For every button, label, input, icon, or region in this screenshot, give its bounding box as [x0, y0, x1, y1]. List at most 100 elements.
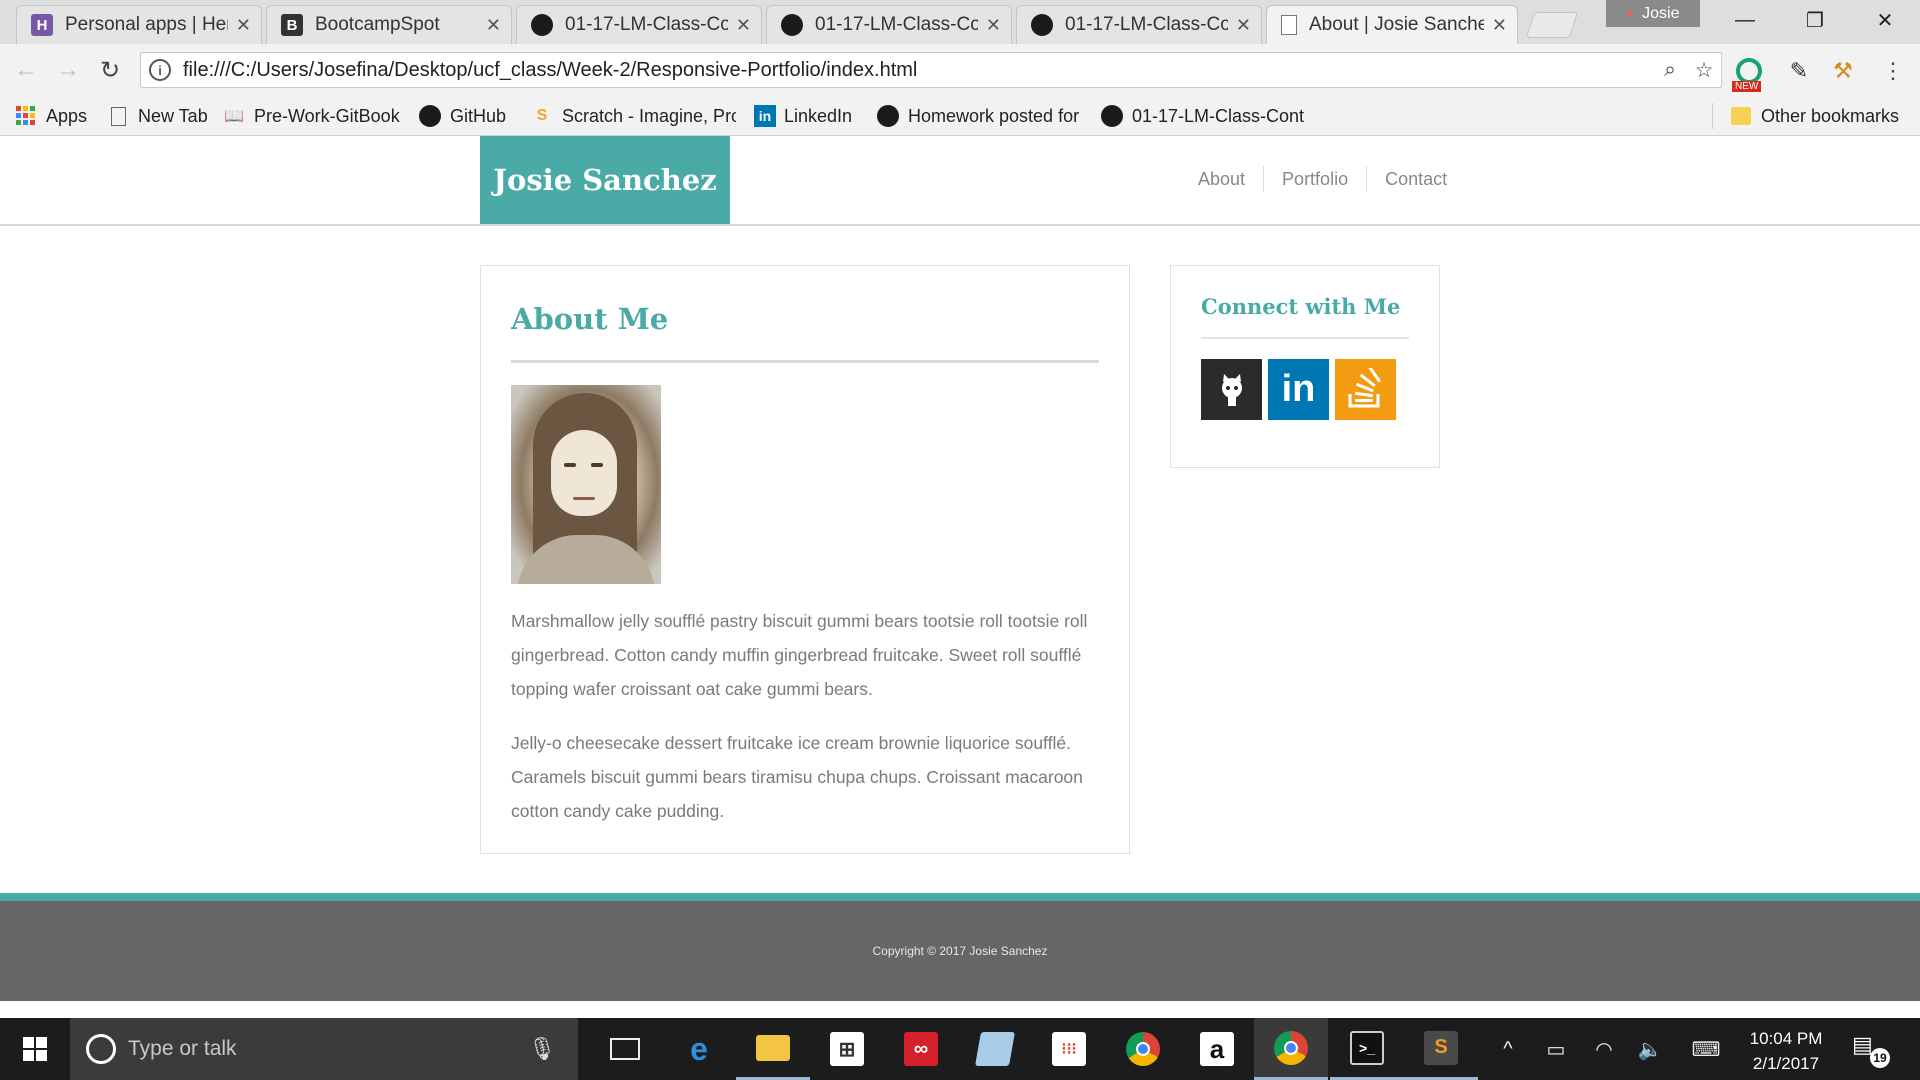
- search-placeholder: Type or talk: [128, 1037, 237, 1060]
- nav-link-portfolio[interactable]: Portfolio: [1263, 166, 1366, 192]
- bookmark-scratch[interactable]: S Scratch - Imagine, Pro: [530, 103, 736, 129]
- volume-icon[interactable]: 🔈: [1630, 1018, 1670, 1080]
- store-icon[interactable]: ⊞: [810, 1018, 884, 1080]
- tab-github-2[interactable]: 01-17-LM-Class-Con ✕: [766, 5, 1012, 44]
- back-button[interactable]: ←: [8, 52, 44, 88]
- info-icon[interactable]: i: [149, 59, 171, 81]
- github-icon: [418, 104, 442, 128]
- url-text[interactable]: file:///C:/Users/Josefina/Desktop/ucf_cl…: [183, 59, 1653, 82]
- bookmark-github[interactable]: GitHub: [418, 103, 506, 129]
- bookmark-homework[interactable]: Homework posted for: [876, 103, 1082, 129]
- bookmark-apps[interactable]: Apps: [14, 103, 87, 129]
- terminal-icon[interactable]: >_: [1330, 1018, 1404, 1080]
- about-title: About Me: [511, 302, 669, 336]
- about-paragraph: Jelly-o cheesecake dessert fruitcake ice…: [511, 733, 1083, 821]
- tab-github-3[interactable]: 01-17-LM-Class-Con ✕: [1016, 5, 1262, 44]
- tab-title: About | Josie Sanche: [1309, 14, 1484, 35]
- address-bar[interactable]: i file:///C:/Users/Josefina/Desktop/ucf_…: [140, 52, 1722, 88]
- notes-app-icon[interactable]: [958, 1018, 1032, 1080]
- about-paragraph: Marshmallow jelly soufflé pastry biscuit…: [511, 611, 1088, 699]
- heroku-icon: H: [31, 14, 53, 36]
- github-icon: [1100, 104, 1124, 128]
- folder-icon: [1729, 104, 1753, 128]
- file-explorer-icon[interactable]: [736, 1018, 810, 1080]
- hammer-extension-icon[interactable]: ⚒: [1826, 54, 1860, 88]
- forward-button[interactable]: →: [50, 52, 86, 88]
- extension-grammarly-icon[interactable]: NEW: [1732, 54, 1766, 92]
- linkedin-icon: in: [754, 105, 776, 127]
- notification-count: 19: [1870, 1048, 1890, 1068]
- menu-icon[interactable]: ⋮: [1876, 54, 1910, 88]
- other-bookmarks-label: Other bookmarks: [1761, 105, 1900, 126]
- apps-grid-icon: [14, 104, 38, 128]
- profile-button[interactable]: ◐ Josie: [1606, 0, 1700, 27]
- bookmark-prework-gitbook[interactable]: 📖 Pre-Work-GitBook: [222, 103, 400, 129]
- nav-link-about[interactable]: About: [1180, 166, 1263, 192]
- divider: [511, 360, 1099, 363]
- chevron-up-icon[interactable]: ^: [1490, 1018, 1526, 1080]
- cortana-search[interactable]: Type or talk 🎙: [70, 1018, 578, 1080]
- reload-button[interactable]: ↻: [92, 52, 128, 88]
- bootcampspot-icon: B: [281, 14, 303, 36]
- divider: [1201, 337, 1409, 339]
- tab-heroku[interactable]: H Personal apps | Hero ✕: [16, 5, 262, 44]
- social-links: in: [1201, 359, 1409, 420]
- page-icon: [1281, 15, 1297, 35]
- close-icon[interactable]: ✕: [486, 15, 501, 36]
- restore-button[interactable]: ❐: [1780, 0, 1850, 40]
- bookmark-label: LinkedIn: [784, 105, 853, 126]
- creative-cloud-icon[interactable]: ∞: [884, 1018, 958, 1080]
- chrome-active-icon[interactable]: [1254, 1018, 1328, 1080]
- new-badge: NEW: [1732, 81, 1762, 92]
- github-icon[interactable]: [1201, 359, 1262, 420]
- close-window-button[interactable]: ✕: [1850, 0, 1920, 40]
- edge-icon[interactable]: e: [662, 1018, 736, 1080]
- bookmark-label: New Tab: [138, 105, 208, 126]
- nav-link-contact[interactable]: Contact: [1366, 166, 1465, 192]
- new-tab-button[interactable]: [1525, 12, 1579, 38]
- copyright-text: Copyright © 2017 Josie Sanchez: [872, 944, 1048, 958]
- start-button[interactable]: [0, 1018, 70, 1080]
- notification-icon: ▤: [1852, 1032, 1873, 1057]
- bookmark-label: Scratch - Imagine, Pro: [562, 105, 736, 126]
- sublime-text-icon[interactable]: S: [1404, 1018, 1478, 1080]
- action-center-button[interactable]: ▤ 19: [1852, 1032, 1890, 1068]
- zoom-icon[interactable]: ⌕: [1653, 58, 1687, 82]
- clock[interactable]: 10:04 PM 2/1/2017: [1736, 1026, 1836, 1076]
- bookmark-class-content[interactable]: 01-17-LM-Class-Cont: [1100, 103, 1310, 129]
- close-icon[interactable]: ✕: [986, 15, 1001, 36]
- taskbar: Type or talk 🎙 e ⊞ ∞ ⁝⁝⁝ a >_ S ^ ▭ ◠ 🔈 …: [0, 1018, 1920, 1080]
- stackoverflow-icon[interactable]: [1335, 359, 1396, 420]
- connect-section: Connect with Me in: [1170, 265, 1440, 468]
- site-brand[interactable]: Josie Sanchez: [480, 136, 730, 224]
- other-bookmarks[interactable]: Other bookmarks: [1712, 103, 1899, 129]
- close-icon[interactable]: ✕: [236, 15, 251, 36]
- close-icon[interactable]: ✕: [1492, 15, 1507, 36]
- site-nav: About Portfolio Contact: [1180, 166, 1465, 192]
- tab-title: 01-17-LM-Class-Con: [1065, 14, 1228, 35]
- chrome-icon[interactable]: [1106, 1018, 1180, 1080]
- bookmark-label: Pre-Work-GitBook: [254, 105, 400, 126]
- amazon-icon[interactable]: a: [1180, 1018, 1254, 1080]
- keyboard-icon[interactable]: ⌨: [1684, 1018, 1728, 1080]
- eyedropper-extension-icon[interactable]: ✎: [1782, 54, 1816, 88]
- minimize-button[interactable]: —: [1710, 0, 1780, 40]
- tab-title: 01-17-LM-Class-Con: [565, 14, 728, 35]
- tab-github-1[interactable]: 01-17-LM-Class-Con ✕: [516, 5, 762, 44]
- bookmark-linkedin[interactable]: in LinkedIn: [754, 103, 852, 129]
- bookmark-star-icon[interactable]: ☆: [1687, 58, 1721, 83]
- apps-launcher-icon[interactable]: ⁝⁝⁝: [1032, 1018, 1106, 1080]
- close-icon[interactable]: ✕: [1236, 15, 1251, 36]
- tab-about-josie[interactable]: About | Josie Sanche ✕: [1266, 5, 1518, 44]
- tab-bootcampspot[interactable]: B BootcampSpot ✕: [266, 5, 512, 44]
- microphone-icon[interactable]: 🎙: [528, 1036, 556, 1062]
- cortana-icon: [86, 1034, 116, 1064]
- task-view-button[interactable]: [588, 1018, 662, 1080]
- browser-toolbar: ← → ↻ i file:///C:/Users/Josefina/Deskto…: [0, 44, 1920, 96]
- bookmark-label: 01-17-LM-Class-Cont: [1132, 105, 1305, 126]
- wifi-icon[interactable]: ◠: [1584, 1018, 1624, 1080]
- bookmark-new-tab[interactable]: New Tab: [106, 103, 208, 129]
- battery-icon[interactable]: ▭: [1536, 1018, 1576, 1080]
- linkedin-icon[interactable]: in: [1268, 359, 1329, 420]
- close-icon[interactable]: ✕: [736, 15, 751, 36]
